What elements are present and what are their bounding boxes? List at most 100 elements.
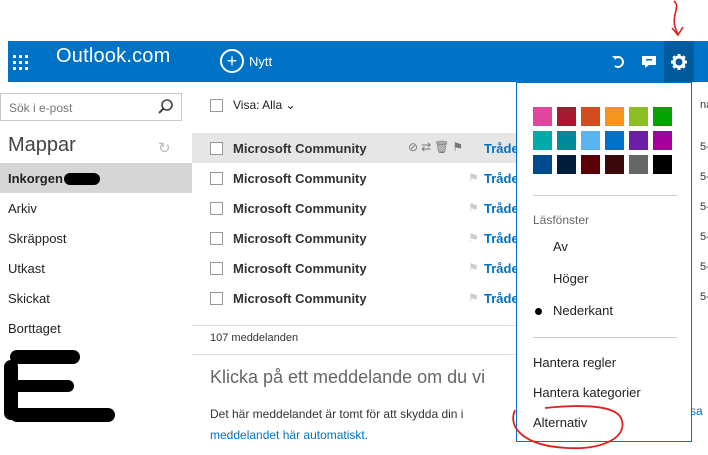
folder-label: Inkorgen — [8, 170, 63, 186]
theme-color-swatch[interactable] — [557, 107, 576, 126]
date-peek: 5- — [700, 171, 708, 183]
theme-color-swatch[interactable] — [653, 107, 672, 126]
theme-color-swatch[interactable] — [557, 131, 576, 150]
top-bar: Outlook.com + Nytt — [8, 41, 708, 82]
refresh-icon[interactable]: ↻ — [158, 139, 171, 157]
theme-color-swatch[interactable] — [557, 155, 576, 174]
date-peek: 5- — [700, 231, 708, 243]
theme-color-swatch[interactable] — [581, 107, 600, 126]
block-icon[interactable]: ⊘ — [408, 140, 418, 154]
folder-junk[interactable]: Skräppost — [0, 223, 192, 253]
folder-label: Skickat — [8, 290, 50, 306]
list-item[interactable]: Microsoft Community ⚑ Tråde — [192, 193, 522, 223]
filter-label: Visa: Alla — [233, 98, 283, 112]
reading-pane-off-option[interactable]: Av — [553, 239, 568, 254]
row-checkbox[interactable] — [210, 201, 223, 215]
new-message-button[interactable]: + Nytt — [220, 47, 272, 75]
flag-icon[interactable]: ⚑ — [468, 171, 479, 185]
divider — [192, 325, 522, 326]
row-checkbox[interactable] — [210, 261, 223, 275]
theme-color-swatch[interactable] — [605, 107, 624, 126]
annotation-arrow-icon — [671, 0, 684, 37]
divider — [533, 195, 677, 196]
folder-deleted[interactable]: Borttaget — [0, 313, 192, 343]
gear-icon[interactable] — [664, 41, 694, 82]
divider — [192, 354, 522, 355]
move-icon[interactable]: ⇄ — [421, 140, 431, 154]
trash-icon[interactable]: 🗑︎ — [434, 140, 449, 154]
reading-pane-label: Läsfönster — [533, 213, 590, 227]
reading-pane-bottom-option[interactable]: Nederkant — [553, 303, 613, 318]
plus-icon: + — [220, 49, 244, 73]
new-message-label: Nytt — [249, 53, 273, 69]
row-checkbox[interactable] — [210, 141, 223, 155]
list-item[interactable]: Microsoft Community ⚑ Tråde — [192, 253, 522, 283]
theme-color-swatch[interactable] — [533, 131, 552, 150]
subject: Tråde — [484, 290, 519, 306]
folder-label: Borttaget — [8, 320, 61, 336]
row-actions: ⊘ ⇄ 🗑︎ ⚑ — [408, 140, 463, 154]
brand-title[interactable]: Outlook.com — [56, 45, 170, 68]
search-box[interactable] — [0, 93, 182, 121]
flag-icon[interactable]: ⚑ — [468, 231, 479, 245]
folder-sent[interactable]: Skickat — [0, 283, 192, 313]
show-content-link[interactable]: meddelandet här automatiskt. — [210, 425, 520, 446]
row-checkbox[interactable] — [210, 291, 223, 305]
theme-color-swatch[interactable] — [629, 107, 648, 126]
search-icon[interactable] — [157, 98, 175, 116]
folders-heading: Mappar — [8, 134, 76, 156]
list-item[interactable]: Microsoft Community ⊘ ⇄ 🗑︎ ⚑ Tråde — [192, 133, 522, 163]
list-item[interactable]: Microsoft Community ⚑ Tråde — [192, 223, 522, 253]
manage-rules-item[interactable]: Hantera regler — [533, 355, 616, 370]
folder-label: Skräppost — [8, 230, 67, 246]
flag-icon[interactable]: ⚑ — [468, 201, 479, 215]
date-peek: 5- — [700, 141, 708, 153]
theme-color-swatch[interactable] — [653, 131, 672, 150]
theme-color-swatch[interactable] — [629, 131, 648, 150]
row-checkbox[interactable] — [210, 231, 223, 245]
theme-color-swatch[interactable] — [653, 155, 672, 174]
reading-pane-right-option[interactable]: Höger — [553, 271, 588, 286]
divider — [533, 337, 677, 338]
list-item[interactable]: Microsoft Community ⚑ Tråde — [192, 163, 522, 193]
redaction-mark — [10, 350, 80, 364]
select-all-checkbox[interactable] — [210, 98, 223, 112]
theme-color-swatch[interactable] — [629, 155, 648, 174]
chevron-down-icon: ⌄ — [285, 98, 296, 112]
theme-color-swatch[interactable] — [533, 155, 552, 174]
chat-icon[interactable] — [634, 41, 664, 82]
sender-name: Microsoft Community — [233, 260, 367, 276]
list-item[interactable]: Microsoft Community ⚑ Tråde — [192, 283, 522, 313]
manage-categories-item[interactable]: Hantera kategorier — [533, 385, 641, 400]
row-checkbox[interactable] — [210, 171, 223, 185]
redaction-mark — [10, 408, 115, 422]
sender-name: Microsoft Community — [233, 170, 367, 186]
flag-icon[interactable]: ⚑ — [468, 261, 479, 275]
annotation-circle-icon — [512, 405, 624, 450]
theme-color-swatch[interactable] — [581, 131, 600, 150]
settings-menu: Läsfönster Av Höger Nederkant Hantera re… — [516, 82, 692, 442]
flag-icon[interactable]: ⚑ — [452, 140, 463, 154]
flag-icon[interactable]: ⚑ — [468, 291, 479, 305]
theme-color-swatch[interactable] — [581, 155, 600, 174]
subject: Tråde — [484, 230, 519, 246]
theme-color-swatch[interactable] — [605, 131, 624, 150]
sender-name: Microsoft Community — [233, 290, 367, 306]
folder-archive[interactable]: Arkiv — [0, 193, 192, 223]
folder-label: Utkast — [8, 260, 45, 276]
undo-icon[interactable] — [604, 41, 634, 82]
folder-drafts[interactable]: Utkast — [0, 253, 192, 283]
filter-dropdown[interactable]: Visa: Alla ⌄ — [233, 98, 296, 112]
theme-color-swatch[interactable] — [605, 155, 624, 174]
theme-color-swatch[interactable] — [533, 107, 552, 126]
redaction-mark — [8, 380, 74, 392]
reading-pane-title: Klicka på ett meddelande om du vi — [210, 367, 486, 387]
subject: Tråde — [484, 140, 519, 156]
subject: Tråde — [484, 260, 519, 276]
app-launcher-icon[interactable] — [8, 41, 41, 82]
subject: Tråde — [484, 170, 519, 186]
search-input[interactable] — [7, 95, 151, 121]
redaction-mark — [64, 173, 100, 185]
list-toolbar: Visa: Alla ⌄ — [210, 98, 296, 112]
folder-label: Arkiv — [8, 200, 37, 216]
